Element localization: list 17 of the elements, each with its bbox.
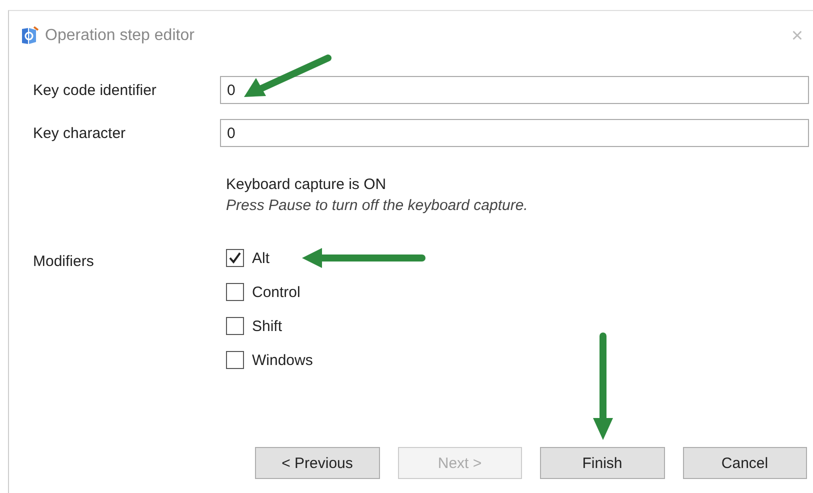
field-label: Key code identifier [33, 82, 158, 98]
modifiers-label: Modifiers [33, 252, 95, 270]
checkbox[interactable]: Alt [226, 249, 270, 267]
capture-status: Keyboard capture is ON [226, 176, 388, 193]
check-icon [228, 251, 242, 265]
dialog-button[interactable]: Cancel [682, 447, 807, 479]
dialog-button[interactable]: Finish [540, 447, 664, 479]
app-icon [19, 26, 39, 46]
input-field[interactable]: 0 [220, 119, 809, 147]
input-field[interactable]: 0 [220, 76, 809, 104]
checkbox[interactable]: Control [226, 283, 300, 301]
field-label: Key character [33, 124, 127, 142]
window-title: Operation step editor [45, 27, 196, 45]
checkbox[interactable]: Windows [226, 351, 313, 369]
capture-hint: Press Pause to turn off the keyboard capture. [226, 197, 529, 214]
checkbox[interactable]: Shift [226, 317, 282, 335]
dialog-button[interactable]: < Previous [255, 447, 380, 479]
